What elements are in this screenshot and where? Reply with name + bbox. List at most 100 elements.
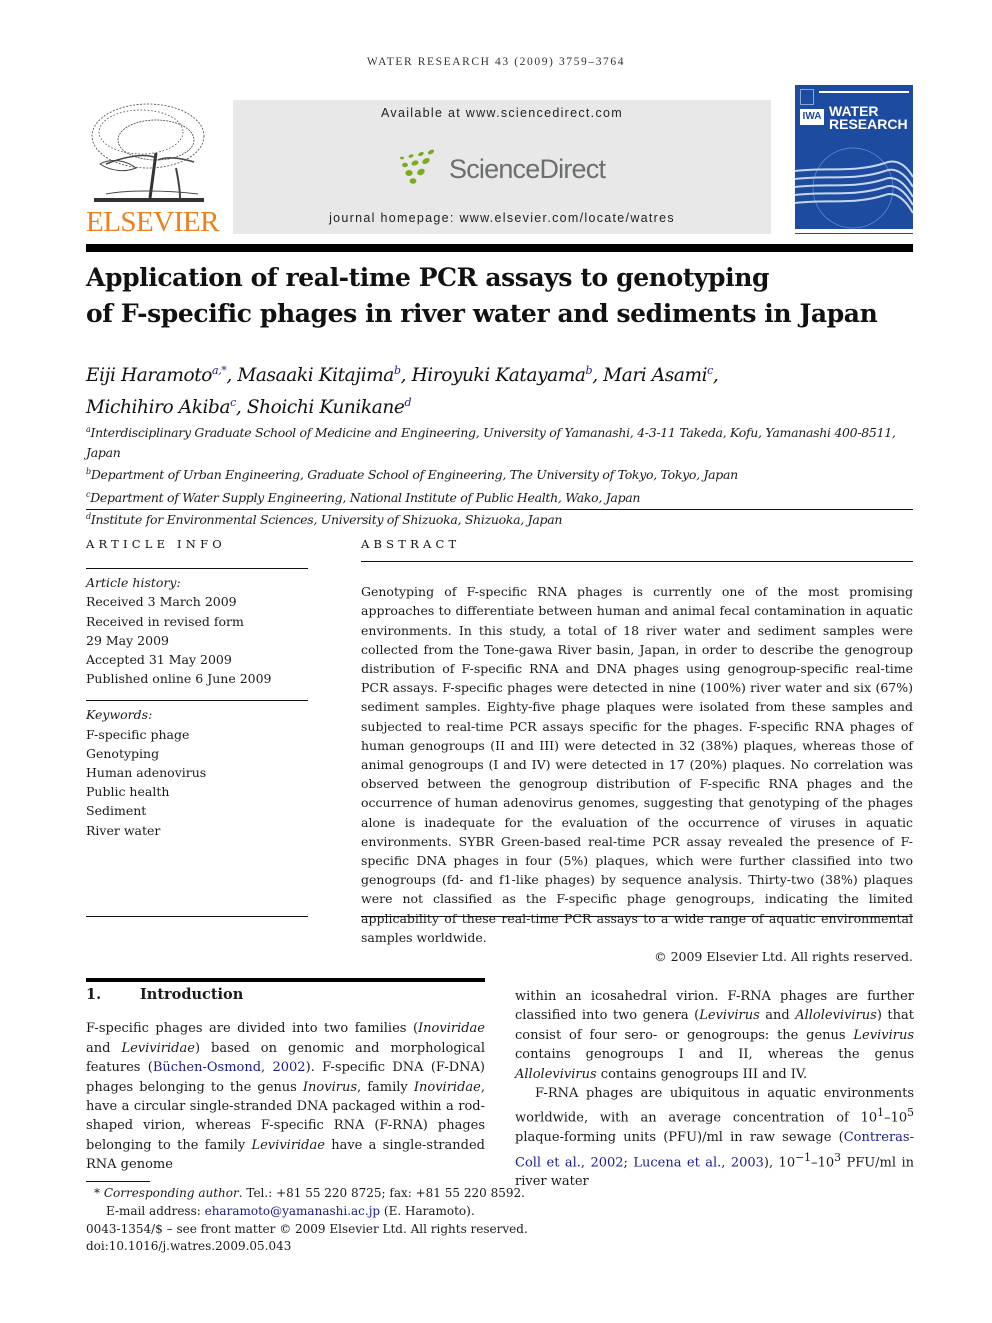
text: contains genogroups III and IV.	[596, 1066, 808, 1082]
text: plaque-forming units (PFU)/ml in raw sew…	[515, 1130, 844, 1146]
affiliation-text: Department of Urban Engineering, Graduat…	[90, 467, 738, 483]
intro-left-column: 1. Introduction F-specific phages are div…	[86, 985, 485, 1175]
author[interactable]: Michihiro Akibac	[86, 396, 236, 419]
sciencedirect-banner: Available at www.sciencedirect.com Scien…	[233, 100, 771, 234]
author[interactable]: Shoichi Kunikaned	[246, 396, 412, 419]
author[interactable]: Masaaki Kitajimab	[237, 364, 401, 387]
author-name: Masaaki Kitajima	[237, 365, 394, 387]
affiliation-text: Interdisciplinary Graduate School of Med…	[86, 425, 896, 460]
journal-cover[interactable]: IWA WATER RESEARCH	[795, 85, 913, 234]
cover-title-line2: RESEARCH	[829, 116, 908, 132]
author-sep: ,	[235, 397, 247, 419]
affiliation: dInstitute for Environmental Sciences, U…	[86, 507, 926, 530]
section-heading: 1. Introduction	[86, 985, 485, 1004]
history-item: Received in revised form	[86, 613, 244, 629]
author-sep: ,	[226, 365, 238, 387]
text: F-specific phages are divided into two f…	[86, 1021, 419, 1037]
abstract-copyright: © 2009 Elsevier Ltd. All rights reserved…	[654, 949, 913, 965]
article-info-rule	[86, 568, 308, 570]
exponent: 3	[834, 1150, 842, 1164]
author-name: Michihiro Akiba	[86, 397, 231, 419]
affiliation-text: Department of Water Supply Engineering, …	[90, 489, 641, 505]
keyword: F-specific phage	[86, 726, 190, 742]
abstract-text: Genotyping of F-specific RNA phages is c…	[361, 584, 913, 945]
text: ;	[623, 1154, 634, 1170]
sciencedirect-wordmark: ScienceDirect	[449, 154, 606, 184]
elsevier-tree-icon	[91, 103, 205, 202]
cover-wave-graphic	[795, 147, 913, 233]
email-owner: (E. Haramoto).	[380, 1203, 475, 1218]
author-name: Hiroyuki Katayama	[411, 365, 586, 387]
text: and	[759, 1008, 796, 1024]
author[interactable]: Hiroyuki Katayamab	[411, 364, 593, 387]
author-name: Shoichi Kunikane	[246, 397, 405, 419]
keyword: Public health	[86, 784, 170, 800]
taxon: Inovirus	[302, 1079, 357, 1095]
author[interactable]: Mari Asamic	[603, 364, 713, 387]
footnotes: * Corresponding author. Tel.: +81 55 220…	[86, 1185, 546, 1256]
text: –10	[884, 1110, 908, 1126]
intro-rule	[86, 978, 485, 982]
email-link[interactable]: eharamoto@yamanashi.ac.jp	[205, 1204, 381, 1218]
contact-info: . Tel.: +81 55 220 8725; fax: +81 55 220…	[238, 1186, 525, 1200]
available-at-link[interactable]: Available at www.sciencedirect.com	[233, 106, 771, 120]
abstract-rule	[361, 561, 913, 562]
taxon: Leviviridae	[121, 1040, 195, 1056]
article-title: Application of real-time PCR assays to g…	[86, 260, 926, 332]
section-title: Introduction	[140, 986, 244, 1003]
header-rule	[233, 244, 913, 252]
affiliation: cDepartment of Water Supply Engineering,…	[86, 485, 926, 508]
abstract: ABSTRACT Genotyping of F-specific RNA ph…	[361, 535, 913, 966]
history-item: 29 May 2009	[86, 632, 169, 648]
footnote-rule	[86, 1181, 150, 1182]
abstract-heading: ABSTRACT	[361, 537, 461, 551]
taxon: Levivirus	[699, 1008, 760, 1024]
taxon: Levivirus	[853, 1027, 914, 1043]
article-info: ARTICLE INFO Article history: Received 3…	[86, 535, 308, 840]
header-rule-left	[86, 244, 233, 252]
keyword: Human adenovirus	[86, 765, 207, 781]
article-info-bottom-rule	[86, 916, 308, 917]
affiliation-divider	[86, 509, 913, 510]
journal-homepage-link[interactable]: journal homepage: www.elsevier.com/locat…	[233, 211, 771, 225]
affiliation: bDepartment of Urban Engineering, Gradua…	[86, 462, 926, 485]
article-info-heading: ARTICLE INFO	[86, 537, 226, 551]
sciencedirect-logo[interactable]: ScienceDirect	[399, 148, 619, 188]
affiliation-text: Institute for Environmental Sciences, Un…	[90, 512, 563, 528]
keyword: Sediment	[86, 803, 147, 819]
affiliation: aInterdisciplinary Graduate School of Me…	[86, 420, 926, 462]
iwa-badge: IWA	[800, 109, 824, 125]
taxon: Inoviridae	[418, 1021, 485, 1037]
text: –10	[811, 1154, 835, 1170]
title-line-1: Application of real-time PCR assays to g…	[86, 263, 770, 292]
citation-link[interactable]: Lucena et al., 2003	[633, 1155, 764, 1170]
running-head: WATER RESEARCH 43 (2009) 3759–3764	[366, 56, 626, 68]
intro-paragraph-1-cont: within an icosahedral virion. F-RNA phag…	[515, 989, 914, 1082]
text: F-RNA phages are ubiquitous in aquatic e…	[515, 1086, 914, 1126]
author-sup[interactable]: b	[394, 364, 401, 377]
sciencedirect-dots-icon	[400, 149, 435, 184]
history-item: Published online 6 June 2009	[86, 671, 272, 687]
author[interactable]: Eiji Haramotoa,*	[86, 364, 227, 387]
elsevier-wordmark: ELSEVIER	[86, 206, 219, 238]
taxon: Inoviridae	[413, 1079, 481, 1095]
keywords-label: Keywords:	[86, 707, 153, 723]
issn-line: 0043-1354/$ – see front matter © 2009 El…	[86, 1221, 528, 1236]
doi-line[interactable]: doi:10.1016/j.watres.2009.05.043	[86, 1238, 546, 1256]
text: contains genogroups I and II, whereas th…	[515, 1047, 914, 1063]
taxon: Allolevivirus	[515, 1066, 597, 1082]
author-name: Mari Asami	[603, 365, 708, 387]
footnote-mark: *	[94, 1186, 100, 1200]
elsevier-logo[interactable]: ELSEVIER	[86, 98, 219, 238]
author-sup[interactable]: d	[404, 396, 411, 409]
intro-paragraph-1: F-specific phages are divided into two f…	[86, 1019, 485, 1174]
cover-elsevier-icon	[800, 89, 814, 105]
author-name: Eiji Haramoto	[86, 365, 213, 387]
taxon: Allolevivirus	[795, 1008, 877, 1024]
citation-link[interactable]: Büchen-Osmond, 2002	[153, 1060, 306, 1075]
text: , family	[357, 1079, 414, 1095]
author-sup[interactable]: a,*	[212, 364, 227, 377]
text: and	[86, 1040, 122, 1056]
intro-paragraph-2: F-RNA phages are ubiquitous in aquatic e…	[515, 1084, 914, 1192]
author-list: Eiji Haramotoa,*, Masaaki Kitajimab, Hir…	[86, 357, 926, 421]
